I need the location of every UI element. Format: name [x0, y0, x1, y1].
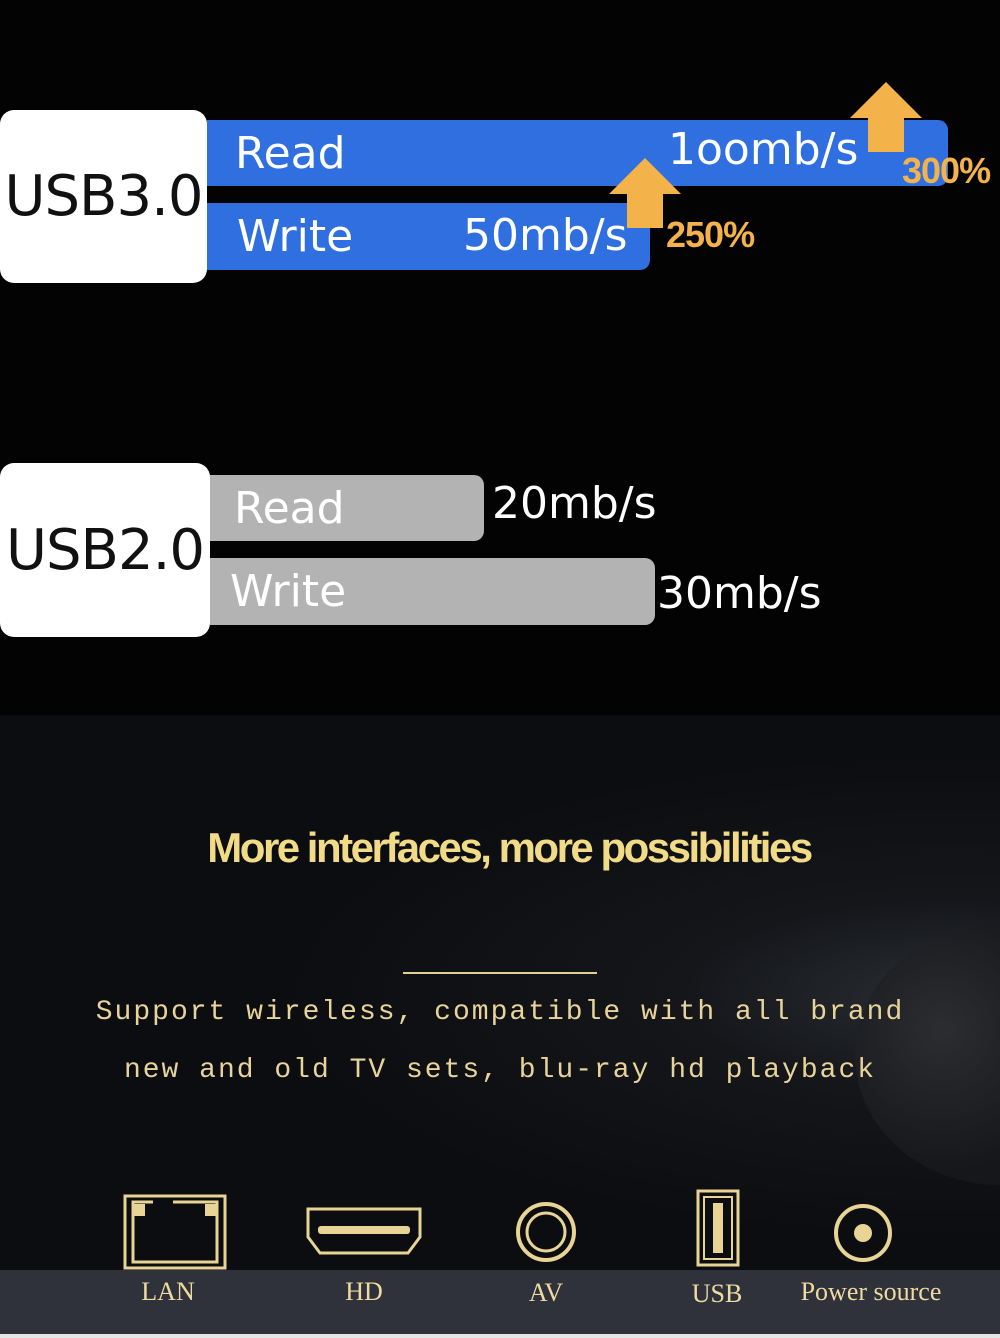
divider	[403, 972, 597, 974]
hdmi-port-icon	[306, 1207, 422, 1255]
bottom-edge	[0, 1334, 1000, 1338]
usb2-write-label: Write	[230, 566, 347, 617]
lan-port-icon	[123, 1194, 227, 1270]
usb2-read-value: 20mb/s	[492, 478, 657, 529]
usb3-read-increase: 300%	[902, 150, 991, 191]
power-port-icon	[834, 1204, 892, 1262]
usb3-write-label: Write	[237, 211, 354, 262]
description-line-2: new and old TV sets, blu-ray hd playback	[123, 1055, 877, 1086]
headline: More interfaces, more possibilities	[207, 824, 813, 871]
usb-port-icon	[696, 1189, 740, 1267]
usb3-read-label: Read	[235, 127, 346, 179]
usb2-read-bar: Read	[210, 475, 484, 541]
av-port-icon	[516, 1202, 576, 1262]
port-label-av: AV	[528, 1278, 564, 1307]
arrow-up-icon	[850, 82, 922, 152]
usb2-read-label: Read	[234, 482, 345, 534]
usb2-write-value: 30mb/s	[657, 568, 822, 619]
port-label-power: Power source	[800, 1277, 942, 1306]
usb3-label: USB3.0	[0, 110, 207, 283]
description-line-1: Support wireless, compatible with all br…	[95, 997, 905, 1028]
usb3-read-value: 1oomb/s	[668, 124, 859, 175]
usb2-write-bar: Write	[210, 558, 655, 625]
port-label-hd: HD	[345, 1277, 383, 1306]
port-label-usb: USB	[691, 1279, 743, 1308]
port-label-lan: LAN	[141, 1277, 195, 1306]
usb3-write-increase: 250%	[666, 214, 755, 255]
usb3-write-value: 50mb/s	[463, 210, 628, 261]
usb2-label: USB2.0	[0, 463, 210, 637]
